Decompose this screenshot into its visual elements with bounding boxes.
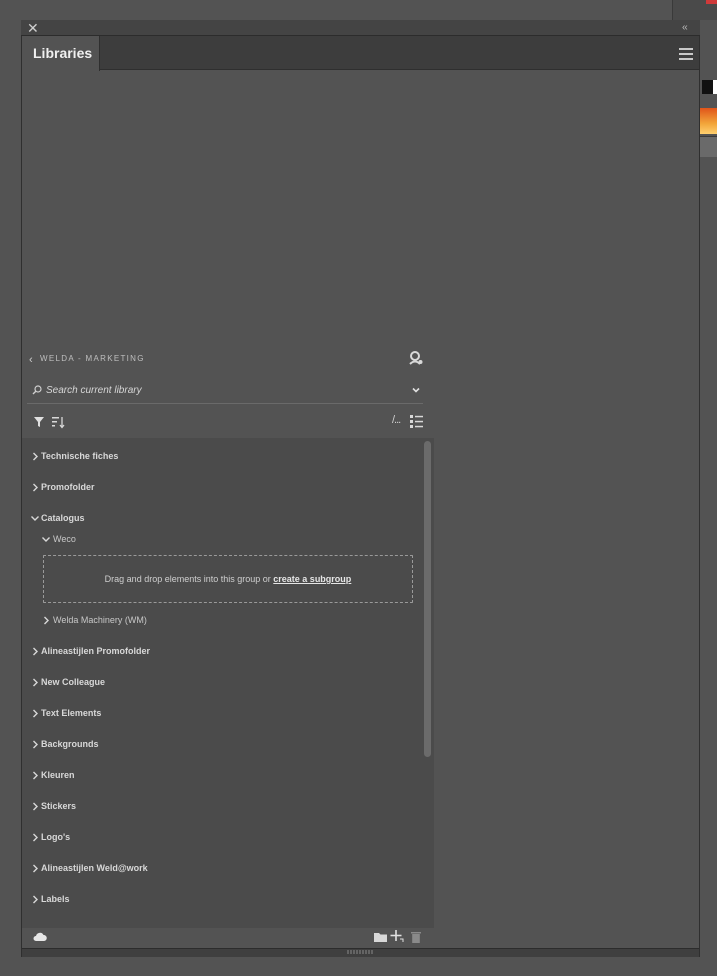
group-label: Logo's [41, 832, 71, 842]
chevron-right-icon[interactable] [31, 771, 39, 780]
chevron-right-icon[interactable] [31, 802, 39, 811]
scrollbar[interactable] [424, 441, 431, 757]
chevron-right-icon[interactable] [31, 678, 39, 687]
list-view-icon[interactable] [410, 415, 423, 428]
background-window-mark [706, 0, 717, 4]
group-label: New Colleague [41, 677, 106, 687]
resize-grip-icon[interactable] [346, 949, 374, 955]
chevron-right-icon[interactable] [31, 452, 39, 461]
panel-title-bar[interactable] [21, 20, 700, 36]
panel-menu-icon[interactable] [679, 48, 693, 60]
subgroup-label: Welda Machinery (WM) [53, 615, 147, 625]
panel-tab-bar [22, 36, 699, 70]
chevron-down-icon[interactable] [42, 535, 50, 544]
chevron-right-icon[interactable] [31, 895, 39, 904]
tab-libraries-label: Libraries [33, 45, 93, 61]
drop-zone-text: Drag and drop elements into this group o… [43, 574, 413, 584]
trash-icon[interactable] [411, 931, 421, 943]
subgroup-label: Weco [53, 534, 76, 544]
chevron-right-icon[interactable] [31, 483, 39, 492]
chevron-right-icon[interactable] [31, 709, 39, 718]
group-label: Backgrounds [41, 739, 99, 749]
background-panel-edge [700, 136, 717, 157]
chevron-down-icon[interactable] [410, 384, 422, 396]
chevron-right-icon[interactable] [31, 864, 39, 873]
text-view-icon[interactable]: /... [392, 414, 401, 426]
library-name[interactable]: WELDA - MARKETING [40, 354, 145, 363]
chevron-right-icon[interactable] [31, 740, 39, 749]
create-subgroup-link[interactable]: create a subgroup [273, 574, 351, 584]
search-icon [32, 385, 42, 395]
group-label: Kleuren [41, 770, 75, 780]
filter-icon[interactable] [33, 416, 45, 428]
sort-icon[interactable] [51, 415, 65, 429]
add-icon[interactable] [390, 929, 404, 943]
back-chevron-icon[interactable]: ‹ [29, 354, 33, 366]
group-label: Technische fiches [41, 451, 119, 461]
close-icon[interactable]: ✕ [27, 21, 39, 35]
group-label: Alineastijlen Promofolder [41, 646, 151, 656]
group-label: Text Elements [41, 708, 102, 718]
user-collaborate-icon[interactable] [409, 351, 423, 365]
chevron-right-icon[interactable] [31, 647, 39, 656]
group-label: Alineastijlen Weld@work [41, 863, 148, 873]
cloud-icon[interactable] [33, 931, 47, 943]
search-input[interactable] [46, 382, 386, 398]
chevron-down-icon[interactable] [31, 514, 39, 523]
chevron-right-icon[interactable] [42, 616, 50, 625]
drop-zone-instruction: Drag and drop elements into this group o… [104, 574, 274, 584]
collapse-panel-icon[interactable]: ‹‹ [682, 22, 696, 34]
background-color-swatch [702, 80, 717, 94]
group-label: Promofolder [41, 482, 95, 492]
panel-footer [22, 928, 699, 948]
group-label: Labels [41, 894, 70, 904]
background-gradient-swatch [700, 108, 717, 134]
group-label: Stickers [41, 801, 77, 811]
folder-icon[interactable] [374, 931, 387, 943]
chevron-right-icon[interactable] [31, 833, 39, 842]
group-label: Catalogus [41, 513, 85, 523]
